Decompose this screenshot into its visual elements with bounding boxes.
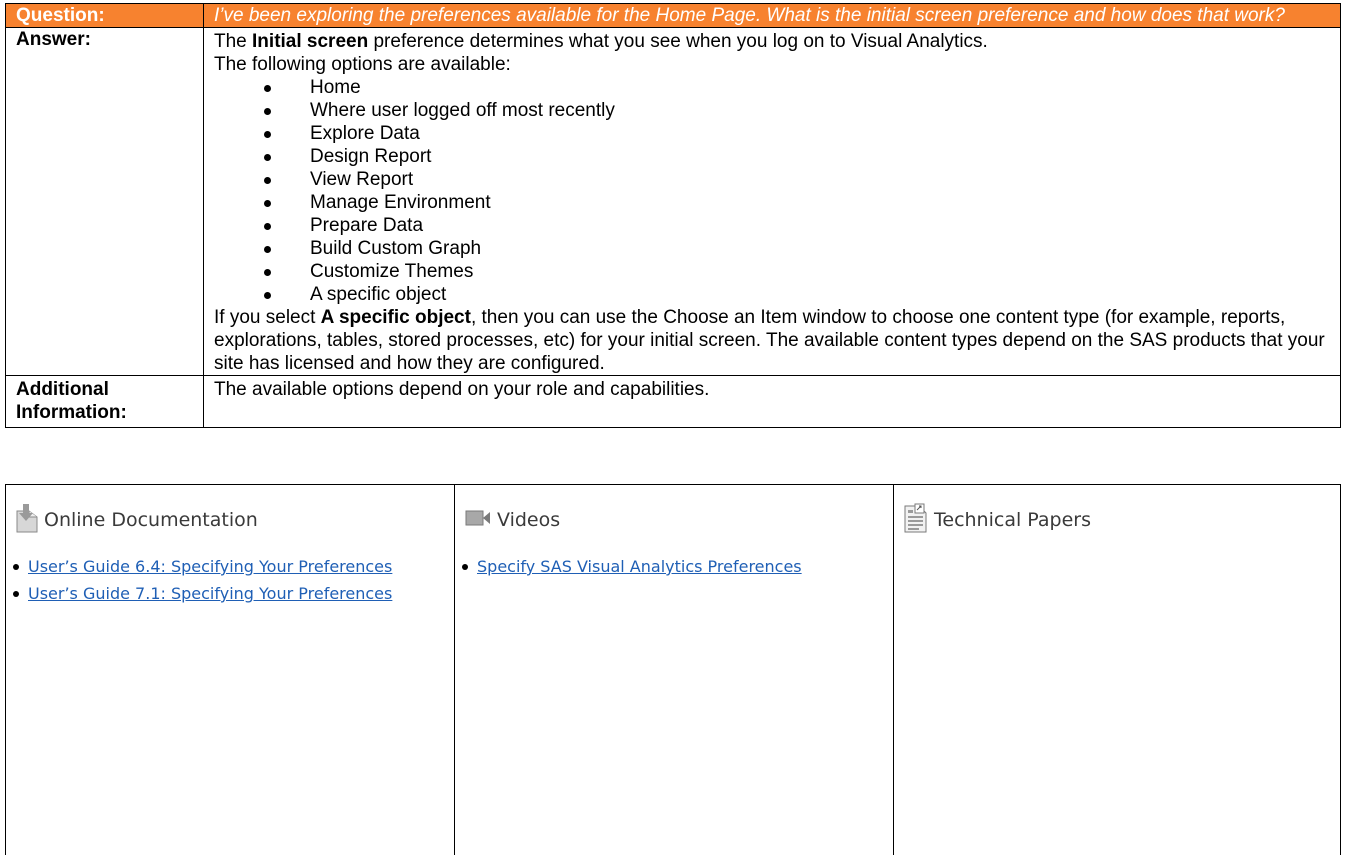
answer-options-lead: The following options are available: xyxy=(214,54,511,75)
additional-info-row: Additional Information: The available op… xyxy=(5,375,1341,428)
download-document-icon xyxy=(16,503,38,538)
initial-screen-term: Initial screen xyxy=(252,31,369,52)
videos-cell: Videos Specify SAS Visual Analytics Pref… xyxy=(454,484,894,855)
option-item: Manage Environment xyxy=(263,191,1340,214)
option-item: Customize Themes xyxy=(263,260,1340,283)
documentation-cell: Online Documentation User’s Guide 6.4: S… xyxy=(5,484,455,855)
videos-links: Specify SAS Visual Analytics Preferences xyxy=(455,553,893,580)
option-item: Home xyxy=(263,76,1340,99)
documentation-title: Online Documentation xyxy=(44,509,258,531)
papers-title: Technical Papers xyxy=(934,509,1091,531)
initial-screen-options: Home Where user logged off most recently… xyxy=(214,76,1340,306)
answer-intro: The Initial screen preference determines… xyxy=(214,30,1340,53)
option-item: Design Report xyxy=(263,145,1340,168)
option-item: Prepare Data xyxy=(263,214,1340,237)
users-guide-6-4-link[interactable]: User’s Guide 6.4: Specifying Your Prefer… xyxy=(28,557,392,576)
additional-info-text: The available options depend on your rol… xyxy=(203,375,1341,428)
videos-header: Videos xyxy=(455,485,893,541)
videos-title: Videos xyxy=(497,509,561,531)
option-item: Build Custom Graph xyxy=(263,237,1340,260)
answer-label: Answer: xyxy=(5,27,204,376)
additional-info-label: Additional Information: xyxy=(5,375,204,428)
documentation-header: Online Documentation xyxy=(6,485,454,541)
question-text: I’ve been exploring the preferences avai… xyxy=(203,3,1341,28)
qa-table: Question: I’ve been exploring the prefer… xyxy=(5,3,1341,428)
video-camera-icon xyxy=(465,509,491,532)
list-item: User’s Guide 7.1: Specifying Your Prefer… xyxy=(12,580,454,607)
answer-row: Answer: The Initial screen preference de… xyxy=(5,27,1341,376)
users-guide-7-1-link[interactable]: User’s Guide 7.1: Specifying Your Prefer… xyxy=(28,584,392,603)
list-item: User’s Guide 6.4: Specifying Your Prefer… xyxy=(12,553,454,580)
answer-intro-post: preference determines what you see when … xyxy=(368,31,988,52)
option-item: View Report xyxy=(263,168,1340,191)
answer-specific-object-paragraph: If you select A specific object, then yo… xyxy=(214,306,1340,375)
option-item: Explore Data xyxy=(263,122,1340,145)
option-item: A specific object xyxy=(263,283,1340,306)
specify-preferences-video-link[interactable]: Specify SAS Visual Analytics Preferences xyxy=(477,557,802,576)
document-icon xyxy=(904,503,928,538)
list-item: Specify SAS Visual Analytics Preferences xyxy=(461,553,893,580)
papers-cell: Technical Papers xyxy=(893,484,1341,855)
question-label: Question: xyxy=(5,3,204,28)
papers-header: Technical Papers xyxy=(894,485,1340,541)
question-row: Question: I’ve been exploring the prefer… xyxy=(5,3,1341,28)
specific-object-term: A specific object xyxy=(320,307,471,328)
documentation-links: User’s Guide 6.4: Specifying Your Prefer… xyxy=(6,553,454,607)
option-item: Where user logged off most recently xyxy=(263,99,1340,122)
answer-text: The Initial screen preference determines… xyxy=(203,27,1341,376)
select-pre: If you select xyxy=(214,307,321,328)
resources-table: Online Documentation User’s Guide 6.4: S… xyxy=(5,484,1341,855)
answer-intro-pre: The xyxy=(214,31,253,52)
